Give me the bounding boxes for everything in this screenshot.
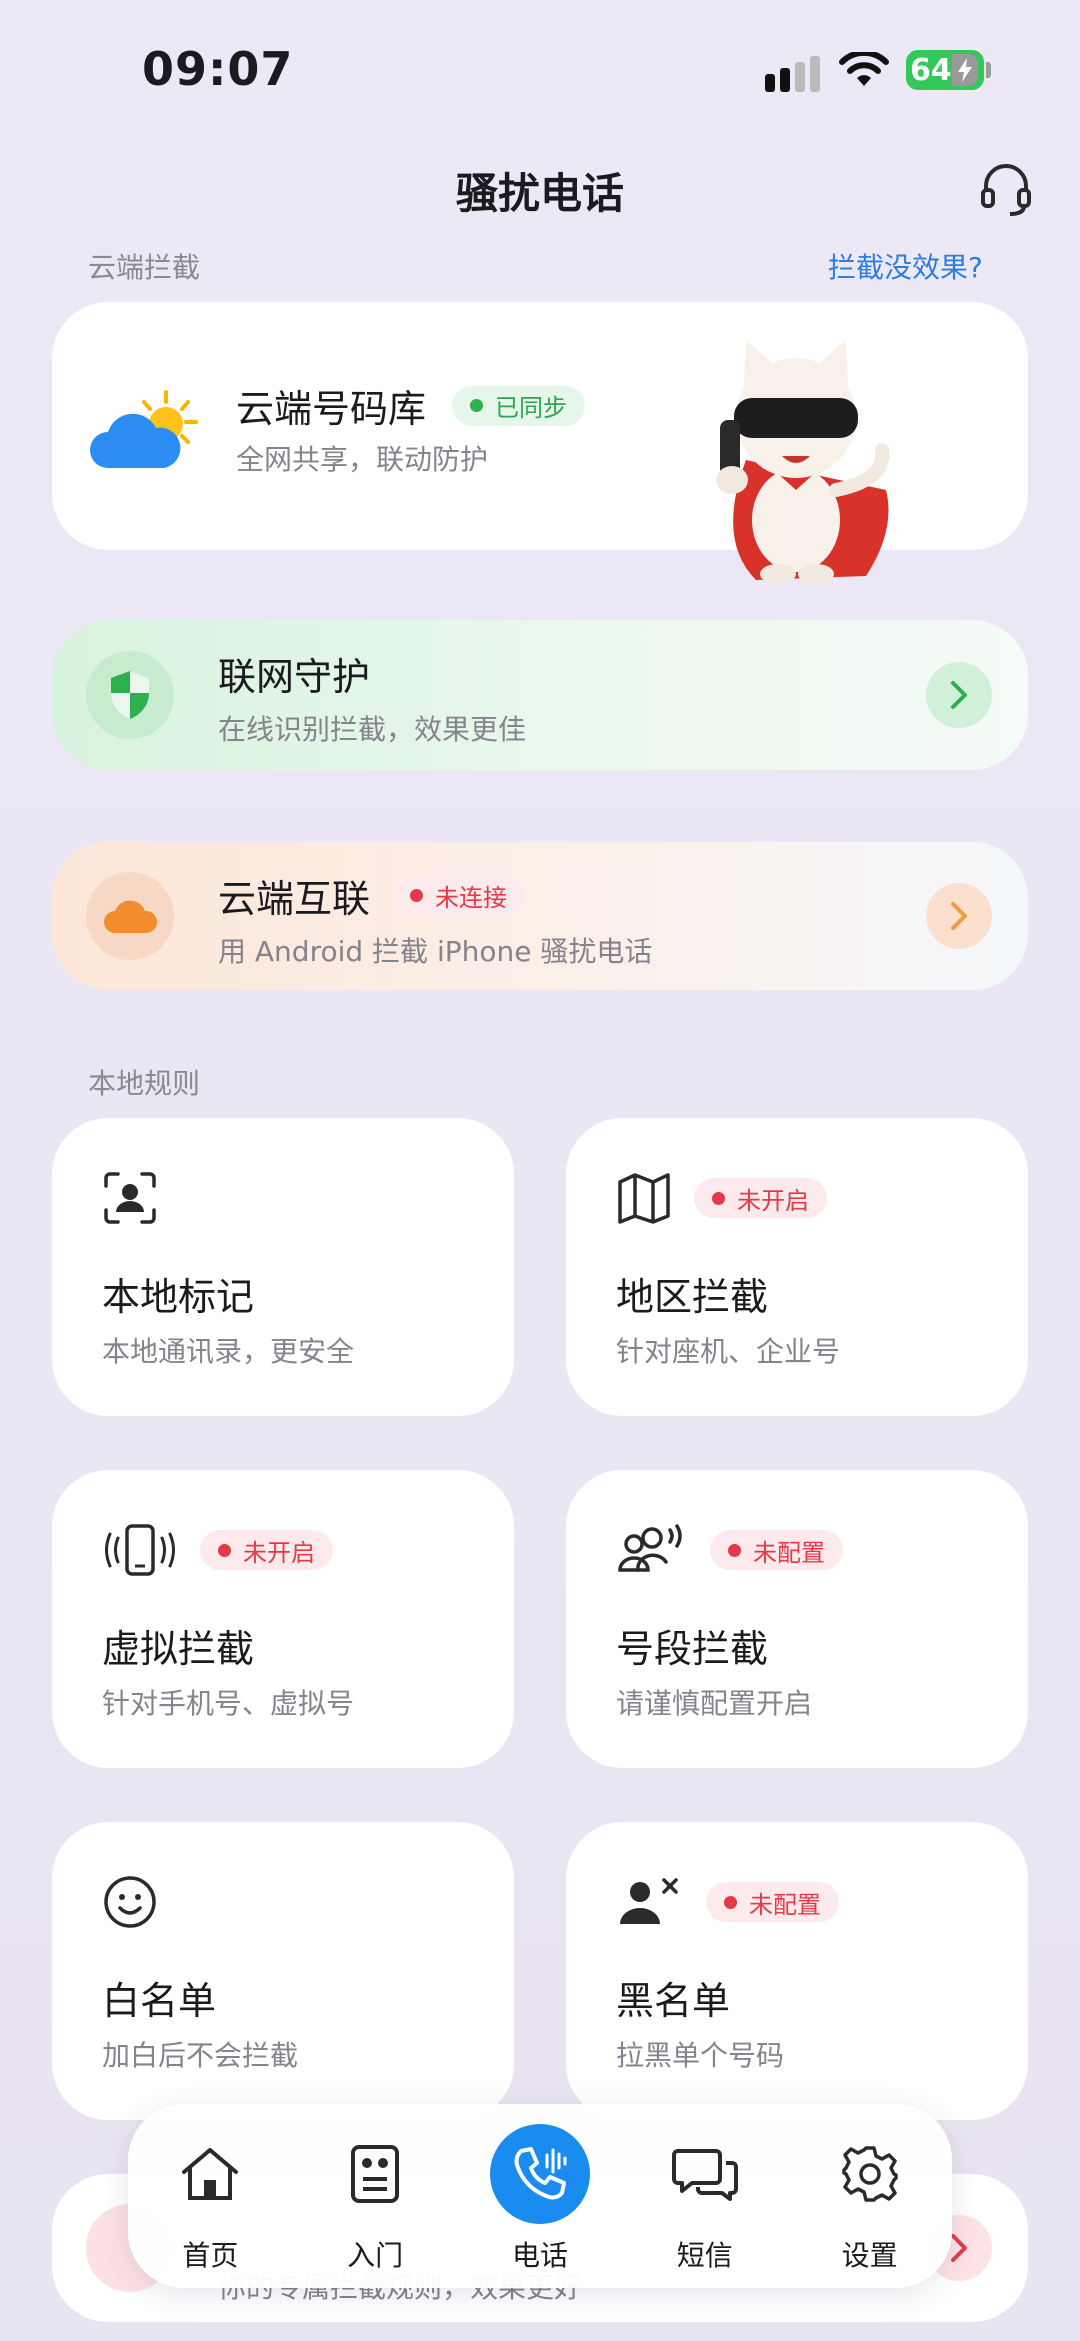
status-dot <box>724 1895 737 1909</box>
status-time: 09:07 <box>142 42 294 96</box>
network-guard-subtitle: 在线识别拦截，效果更佳 <box>218 713 527 746</box>
status-badge-synced: 已同步 <box>452 385 586 426</box>
cloud-link-card[interactable]: 云端互联 未连接 用 Android 拦截 iPhone 骚扰电话 <box>52 842 1028 990</box>
status-badge-off: 未开启 <box>694 1178 827 1218</box>
nav-item-phone[interactable]: 电话 <box>465 2124 615 2274</box>
local-mark-title: 本地标记 <box>102 1275 255 1319</box>
home-icon <box>160 2124 260 2224</box>
map-icon <box>618 1173 670 1224</box>
section-label-local: 本地规则 <box>88 1067 201 1100</box>
status-badge-text: 未配置 <box>749 1890 821 1919</box>
virtual-block-subtitle: 针对手机号、虚拟号 <box>102 1687 355 1720</box>
nav-label: 设置 <box>841 2239 898 2272</box>
number-range-block-title: 号段拦截 <box>616 1627 769 1671</box>
nav-item-settings[interactable]: 设置 <box>795 2124 945 2274</box>
network-guard-card[interactable]: 联网守护 在线识别拦截，效果更佳 <box>52 620 1028 770</box>
charging-icon <box>952 54 978 86</box>
people-sound-icon <box>618 1524 682 1572</box>
region-block-title: 地区拦截 <box>616 1275 769 1319</box>
nav-item-sms[interactable]: 短信 <box>630 2124 780 2274</box>
cloud-icon <box>86 872 174 960</box>
signal-icon <box>765 56 820 92</box>
nav-label: 电话 <box>511 2239 568 2272</box>
whitelist-subtitle: 加白后不会拦截 <box>102 2039 299 2072</box>
virtual-block-card[interactable]: 未开启 虚拟拦截 针对手机号、虚拟号 <box>52 1470 514 1768</box>
user-block-icon <box>620 1878 678 1924</box>
message-icon <box>655 2124 755 2224</box>
mascot-cat-illustration <box>716 340 890 584</box>
nav-label: 入门 <box>347 2239 404 2272</box>
gear-icon <box>820 2124 920 2224</box>
number-range-block-subtitle: 请谨慎配置开启 <box>616 1687 813 1720</box>
status-badge-text: 已同步 <box>495 394 568 422</box>
cloud-link-subtitle: 用 Android 拦截 iPhone 骚扰电话 <box>218 935 653 968</box>
whitelist-title: 白名单 <box>102 1979 217 2023</box>
battery-indicator: 64 <box>906 50 984 90</box>
chevron-right-icon <box>926 883 992 949</box>
phone-icon <box>489 2124 590 2224</box>
blacklist-title: 黑名单 <box>616 1979 731 2023</box>
headset-icon[interactable] <box>980 162 1032 218</box>
virtual-block-title: 虚拟拦截 <box>102 1627 255 1671</box>
status-dot <box>410 889 424 902</box>
status-dot <box>712 1191 725 1205</box>
guide-icon <box>325 2124 425 2224</box>
status-badge-text: 未连接 <box>435 884 508 912</box>
status-badge-text: 未开启 <box>737 1186 809 1215</box>
status-dot <box>470 399 484 412</box>
shield-icon <box>86 651 174 739</box>
nav-item-home[interactable]: 首页 <box>135 2124 285 2274</box>
status-badge-text: 未开启 <box>243 1538 315 1567</box>
weather-cloud-sun-icon <box>90 390 198 468</box>
status-dot <box>218 1543 231 1557</box>
network-guard-title: 联网守护 <box>218 655 371 699</box>
cloud-db-subtitle: 全网共享，联动防护 <box>236 443 489 476</box>
status-bar: 09:07 64 <box>0 0 1080 150</box>
region-block-subtitle: 针对座机、企业号 <box>616 1335 841 1368</box>
wifi-icon <box>839 52 889 86</box>
smiley-icon <box>104 1876 156 1928</box>
nav-label: 短信 <box>676 2239 733 2272</box>
battery-tip <box>986 62 991 78</box>
contact-scan-icon <box>104 1172 156 1224</box>
status-badge-unconfigured: 未配置 <box>710 1530 843 1570</box>
battery-level: 64 <box>910 52 952 88</box>
number-range-block-card[interactable]: 未配置 号段拦截 请谨慎配置开启 <box>566 1470 1028 1768</box>
status-badge-off: 未开启 <box>200 1530 333 1570</box>
local-mark-subtitle: 本地通讯录，更安全 <box>102 1335 355 1368</box>
whitelist-card[interactable]: 白名单 加白后不会拦截 <box>52 1822 514 2120</box>
status-badge-text: 未配置 <box>753 1538 825 1567</box>
bottom-nav: 首页 入门 电话 短信 设置 <box>128 2104 952 2288</box>
local-mark-card[interactable]: 本地标记 本地通讯录，更安全 <box>52 1118 514 1416</box>
vibrating-phone-icon <box>105 1524 175 1576</box>
chevron-right-icon <box>926 662 992 728</box>
status-dot <box>728 1543 741 1557</box>
blacklist-subtitle: 拉黑单个号码 <box>616 2039 785 2072</box>
status-badge-unconfigured: 未配置 <box>706 1882 839 1922</box>
status-badge-disconnected: 未连接 <box>392 875 526 916</box>
nav-label: 首页 <box>182 2239 239 2272</box>
page-title: 骚扰电话 <box>455 169 624 218</box>
nav-item-guide[interactable]: 入门 <box>300 2124 450 2274</box>
cloud-link-title: 云端互联 <box>218 877 371 921</box>
section-label-cloud: 云端拦截 <box>88 251 201 284</box>
cloud-db-title: 云端号码库 <box>236 387 427 431</box>
region-block-card[interactable]: 未开启 地区拦截 针对座机、企业号 <box>566 1118 1028 1416</box>
blacklist-card[interactable]: 未配置 黑名单 拉黑单个号码 <box>566 1822 1028 2120</box>
help-link[interactable]: 拦截没效果? <box>828 246 983 286</box>
